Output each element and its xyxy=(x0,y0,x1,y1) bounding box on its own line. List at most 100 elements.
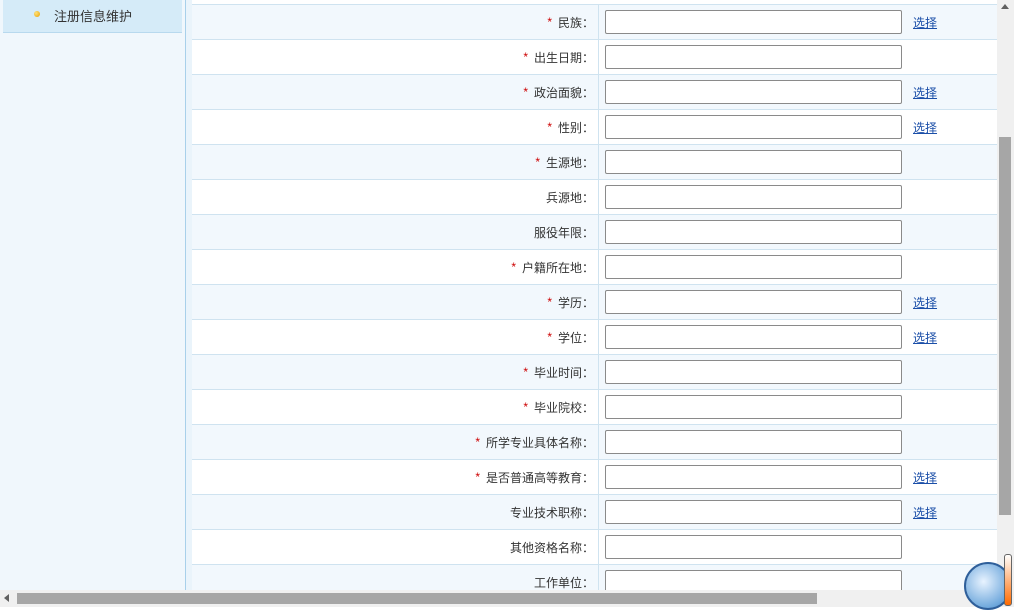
field-label-cell: 其他资格名称： xyxy=(192,530,599,564)
form-text-field[interactable] xyxy=(605,80,902,104)
field-label-cell: * 学位： xyxy=(192,320,599,354)
field-label: 户籍所在地： xyxy=(521,260,594,275)
table-row: * 学历： 选择 xyxy=(192,285,997,320)
field-label-cell: 专业技术职称： xyxy=(192,495,599,529)
field-label: 性别： xyxy=(557,120,594,135)
field-label-cell: 服役年限： xyxy=(192,215,599,249)
field-label: 毕业院校： xyxy=(533,400,594,415)
field-label-cell: * 毕业院校： xyxy=(192,390,599,424)
form-rows: * 民族： 选择 * 出生日期： * 政治面貌： 选择 * 性别： 选择 * 生源地： 兵源地： 服役年限：… xyxy=(192,5,997,590)
field-label: 学历： xyxy=(557,295,594,310)
field-label: 出生日期： xyxy=(533,50,594,65)
sidebar: 注册信息维护 xyxy=(0,0,186,590)
weather-widget-icon[interactable] xyxy=(964,554,1012,610)
scroll-left-icon[interactable] xyxy=(4,594,9,602)
form-text-field[interactable] xyxy=(605,430,902,454)
form-text-field[interactable] xyxy=(605,535,902,559)
form-text-field[interactable] xyxy=(605,220,902,244)
form-text-field[interactable] xyxy=(605,115,902,139)
field-input-cell xyxy=(599,180,902,214)
field-label: 兵源地： xyxy=(545,190,594,205)
horizontal-scroll-thumb[interactable] xyxy=(17,593,817,604)
required-marker: * xyxy=(511,260,516,274)
sidebar-item-registration-info[interactable]: 注册信息维护 xyxy=(3,0,182,33)
scroll-up-icon[interactable] xyxy=(1001,4,1009,9)
table-row: * 出生日期： xyxy=(192,40,997,75)
form-text-field[interactable] xyxy=(605,150,902,174)
field-input-cell xyxy=(599,145,902,179)
table-row: 工作单位： xyxy=(192,565,997,590)
field-label-cell: * 生源地： xyxy=(192,145,599,179)
form-text-field[interactable] xyxy=(605,185,902,209)
field-input-cell xyxy=(599,40,902,74)
field-label-cell: * 所学专业具体名称： xyxy=(192,425,599,459)
table-row: * 毕业时间： xyxy=(192,355,997,390)
field-label: 所学专业具体名称： xyxy=(485,435,594,450)
choose-link[interactable]: 选择 xyxy=(913,84,937,101)
field-label-cell: * 出生日期： xyxy=(192,40,599,74)
table-row: 兵源地： xyxy=(192,180,997,215)
horizontal-scrollbar[interactable] xyxy=(0,590,1014,607)
thermometer-icon xyxy=(1004,554,1012,606)
required-marker: * xyxy=(547,330,552,344)
table-row: 专业技术职称： 选择 xyxy=(192,495,997,530)
required-marker: * xyxy=(547,295,552,309)
required-marker: * xyxy=(523,50,528,64)
field-label-cell: * 学历： xyxy=(192,285,599,319)
choose-link[interactable]: 选择 xyxy=(913,504,937,521)
form-text-field[interactable] xyxy=(605,360,902,384)
form-text-field[interactable] xyxy=(605,465,902,489)
form-text-field[interactable] xyxy=(605,395,902,419)
bullet-icon xyxy=(34,11,40,17)
field-label-cell: 工作单位： xyxy=(192,565,599,590)
table-row: * 所学专业具体名称： xyxy=(192,425,997,460)
field-label: 生源地： xyxy=(545,155,594,170)
field-label-cell: * 民族： xyxy=(192,5,599,39)
field-label-cell: * 户籍所在地： xyxy=(192,250,599,284)
choose-link[interactable]: 选择 xyxy=(913,119,937,136)
field-label: 专业技术职称： xyxy=(509,505,594,520)
form-text-field[interactable] xyxy=(605,290,902,314)
form-text-field[interactable] xyxy=(605,255,902,279)
table-row: * 性别： 选择 xyxy=(192,110,997,145)
required-marker: * xyxy=(535,155,540,169)
registration-form: * 民族： 选择 * 出生日期： * 政治面貌： 选择 * 性别： 选择 * 生源地： 兵源地： 服役年限：… xyxy=(192,0,997,590)
vertical-scrollbar[interactable] xyxy=(997,0,1014,590)
field-label-cell: * 性别： xyxy=(192,110,599,144)
field-input-cell: 选择 xyxy=(599,110,937,144)
sidebar-item-label: 注册信息维护 xyxy=(54,8,133,24)
choose-link[interactable]: 选择 xyxy=(913,14,937,31)
form-text-field[interactable] xyxy=(605,325,902,349)
field-input-cell xyxy=(599,565,902,590)
field-label-cell: 兵源地： xyxy=(192,180,599,214)
field-label-cell: * 毕业时间： xyxy=(192,355,599,389)
required-marker: * xyxy=(523,400,528,414)
required-marker: * xyxy=(523,85,528,99)
field-input-cell: 选择 xyxy=(599,460,937,494)
choose-link[interactable]: 选择 xyxy=(913,469,937,486)
required-marker: * xyxy=(475,470,480,484)
table-row: * 学位： 选择 xyxy=(192,320,997,355)
field-input-cell xyxy=(599,355,902,389)
table-row: 其他资格名称： xyxy=(192,530,997,565)
table-row: * 是否普通高等教育： 选择 xyxy=(192,460,997,495)
vertical-scroll-thumb[interactable] xyxy=(999,137,1011,515)
field-input-cell xyxy=(599,530,902,564)
field-input-cell: 选择 xyxy=(599,285,937,319)
required-marker: * xyxy=(475,435,480,449)
field-input-cell xyxy=(599,250,902,284)
choose-link[interactable]: 选择 xyxy=(913,294,937,311)
choose-link[interactable]: 选择 xyxy=(913,329,937,346)
field-input-cell: 选择 xyxy=(599,75,937,109)
field-input-cell xyxy=(599,390,902,424)
field-label: 学位： xyxy=(557,330,594,345)
field-input-cell: 选择 xyxy=(599,495,937,529)
form-text-field[interactable] xyxy=(605,10,902,34)
form-text-field[interactable] xyxy=(605,45,902,69)
form-text-field[interactable] xyxy=(605,570,902,590)
field-label: 其他资格名称： xyxy=(509,540,594,555)
form-text-field[interactable] xyxy=(605,500,902,524)
field-input-cell: 选择 xyxy=(599,5,937,39)
required-marker: * xyxy=(523,365,528,379)
required-marker: * xyxy=(547,15,552,29)
